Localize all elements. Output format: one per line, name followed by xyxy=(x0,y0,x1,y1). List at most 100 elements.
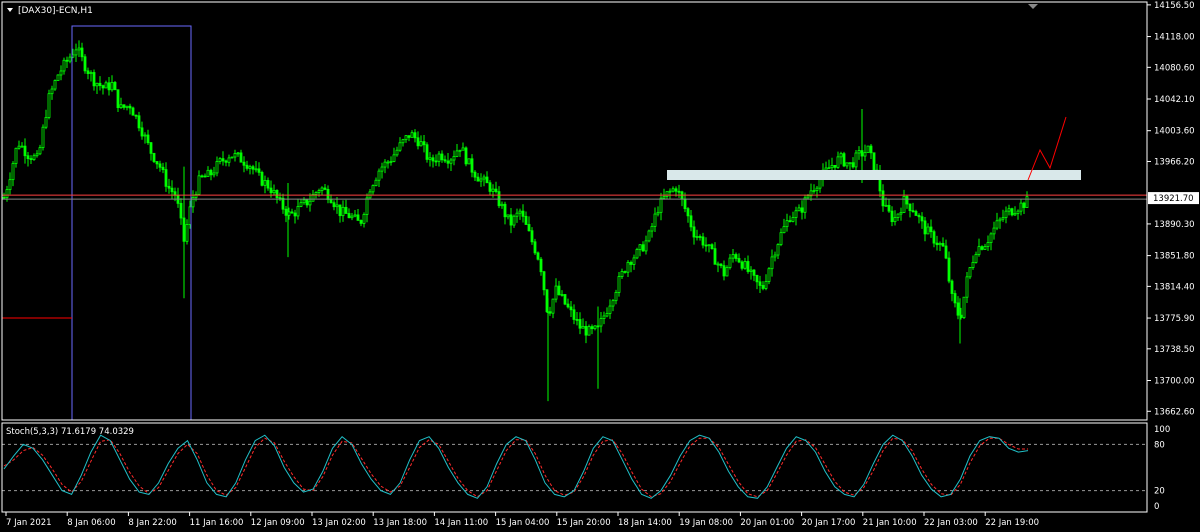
candle-body xyxy=(962,296,966,318)
candle-body xyxy=(578,319,582,329)
candle-body xyxy=(779,232,783,245)
candle-body xyxy=(947,257,951,282)
x-tick-label: 20 Jan 17:00 xyxy=(802,518,856,528)
candle-body xyxy=(647,230,651,242)
candle-body xyxy=(614,291,618,302)
candle-body xyxy=(32,155,36,160)
candle-body xyxy=(830,164,834,169)
candle-body xyxy=(272,189,276,194)
candle-body xyxy=(305,199,309,206)
candle-body xyxy=(17,145,21,149)
candle-body xyxy=(293,212,297,217)
candle-body xyxy=(362,214,366,224)
chart-title: [DAX30]-ECN,H1 xyxy=(18,6,93,16)
candle-body xyxy=(302,199,306,204)
x-tick-label: 8 Jan 22:00 xyxy=(128,518,176,528)
y-tick-label: 13700.00 xyxy=(1154,377,1195,387)
candle-body xyxy=(332,202,336,208)
candle-body xyxy=(413,132,417,139)
candle-body xyxy=(644,240,648,252)
candle-body xyxy=(638,244,642,250)
x-tick-label: 18 Jan 14:00 xyxy=(618,518,672,528)
candle-body xyxy=(125,105,129,108)
candle-body xyxy=(35,153,39,157)
candle-body xyxy=(587,326,591,336)
candle-body xyxy=(416,137,420,147)
current-price-label: 13921.70 xyxy=(1153,194,1194,204)
candle-body xyxy=(260,171,264,186)
candle-body xyxy=(170,187,174,193)
candle-body xyxy=(872,152,876,171)
price-chart[interactable]: 100 80 20 0 14156.50 14118.00 14080.60 14042.1… xyxy=(0,0,1200,532)
candle-body xyxy=(488,182,492,192)
candle-body xyxy=(803,197,807,213)
candle-body xyxy=(215,161,219,174)
candle-body xyxy=(446,160,450,164)
candle-body xyxy=(950,280,954,294)
candle-body xyxy=(836,156,840,168)
candle-body xyxy=(863,152,867,157)
candle-body xyxy=(158,163,162,168)
candle-body xyxy=(365,197,369,215)
candle-body xyxy=(239,152,243,163)
candle-body xyxy=(473,171,477,178)
candle-body xyxy=(617,276,621,293)
candle-body xyxy=(44,117,48,128)
candle-body xyxy=(221,158,225,162)
candle-body xyxy=(701,236,705,246)
candle-body xyxy=(242,161,246,166)
resistance-zone xyxy=(667,170,1081,180)
candle-body xyxy=(482,176,486,180)
candle-body xyxy=(284,208,288,216)
candle-body xyxy=(68,56,72,62)
candle-body xyxy=(818,178,822,189)
candle-body xyxy=(584,325,588,336)
candle-body xyxy=(164,169,168,187)
x-tick-label: 21 Jan 10:00 xyxy=(863,518,917,528)
x-tick-label: 13 Jan 18:00 xyxy=(373,518,427,528)
candle-body xyxy=(662,196,666,199)
candle-body xyxy=(995,220,999,229)
candle-body xyxy=(590,326,594,330)
candle-body xyxy=(893,217,897,223)
candle-body xyxy=(335,204,339,208)
candle-body xyxy=(344,206,348,214)
y-tick-label: 14118.00 xyxy=(1154,33,1195,43)
candle-body xyxy=(14,147,18,164)
candle-body xyxy=(593,325,597,330)
stoch-y-label: 0 xyxy=(1154,502,1159,512)
candle-body xyxy=(719,263,723,267)
candle-body xyxy=(749,269,753,272)
candle-body xyxy=(521,210,525,217)
candle-body xyxy=(353,214,357,217)
candle-body xyxy=(956,302,960,316)
candle-body xyxy=(575,319,579,321)
candle-body xyxy=(245,164,249,169)
candle-body xyxy=(536,252,540,260)
x-tick-label: 22 Jan 19:00 xyxy=(985,518,1039,528)
candle-body xyxy=(47,93,51,118)
y-tick-label: 13814.40 xyxy=(1154,282,1195,292)
y-tick-label: 14042.10 xyxy=(1154,95,1195,105)
candle-body xyxy=(491,188,495,192)
candle-body xyxy=(746,261,750,272)
candle-body xyxy=(89,72,93,74)
stoch-y-label: 80 xyxy=(1154,440,1165,450)
candle-body xyxy=(983,246,987,250)
candle-body xyxy=(881,190,885,207)
candle-body xyxy=(398,142,402,151)
candle-body xyxy=(944,245,948,259)
candle-body xyxy=(776,244,780,256)
candle-body xyxy=(773,254,777,258)
candle-body xyxy=(857,150,861,154)
candle-body xyxy=(914,211,918,216)
candle-body xyxy=(461,147,465,151)
candle-body xyxy=(77,47,81,51)
candle-body xyxy=(563,294,567,305)
candle-body xyxy=(884,204,888,207)
candle-body xyxy=(1025,196,1029,208)
candle-body xyxy=(548,311,552,314)
candle-body xyxy=(476,176,480,182)
candle-body xyxy=(440,153,444,161)
candle-body xyxy=(854,152,858,168)
